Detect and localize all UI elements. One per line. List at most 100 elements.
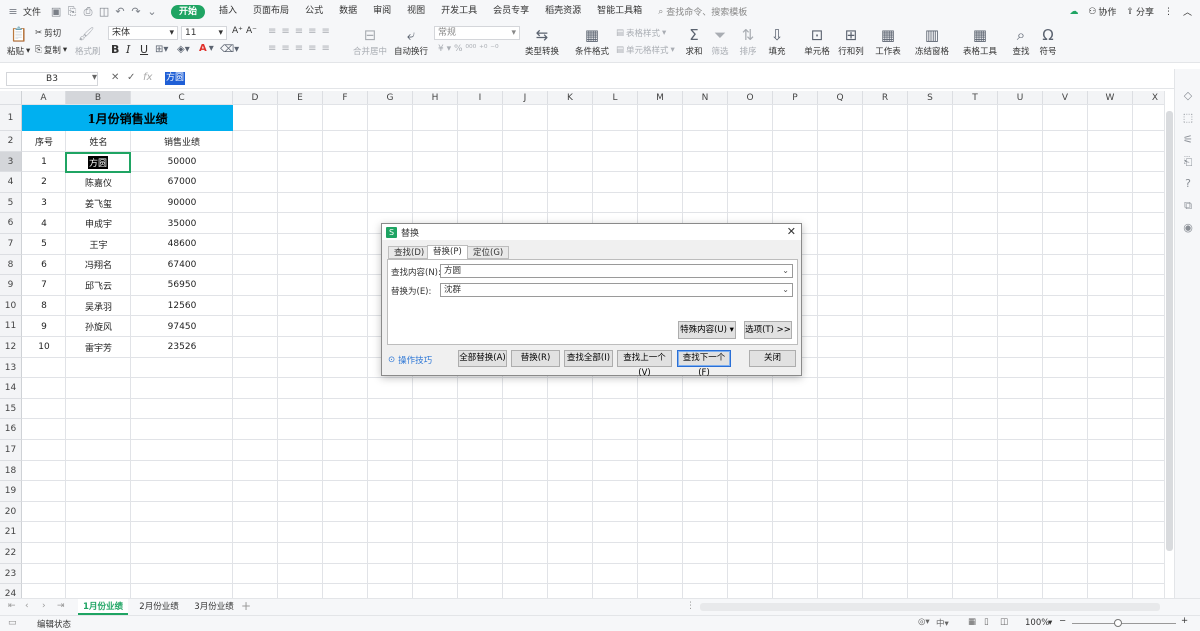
tab-member[interactable]: 会员专享: [485, 0, 537, 23]
table-cell[interactable]: 4: [22, 213, 66, 234]
column-header[interactable]: N: [683, 91, 728, 105]
table-cell[interactable]: 3: [22, 193, 66, 214]
print-icon[interactable]: ⎙: [81, 5, 95, 19]
table-cell[interactable]: 6: [22, 255, 66, 276]
symbol-button[interactable]: Ω 符号: [1026, 25, 1070, 57]
column-header[interactable]: R: [863, 91, 908, 105]
row-header[interactable]: 16: [0, 419, 22, 440]
shrink-font-icon[interactable]: A⁻: [246, 26, 257, 36]
tab-smart-tools[interactable]: 智能工具箱: [589, 0, 650, 23]
worksheet-button[interactable]: ▦ 工作表: [866, 25, 910, 57]
column-header[interactable]: A: [22, 91, 66, 105]
close-icon[interactable]: ✕: [787, 225, 796, 238]
zoom-out-icon[interactable]: −: [1059, 616, 1066, 626]
tips-link[interactable]: ⊙ 操作技巧: [388, 354, 432, 366]
zoom-in-icon[interactable]: +: [1181, 616, 1188, 626]
number-format-select[interactable]: 常规 ▾: [434, 26, 520, 40]
bold-button[interactable]: B: [111, 43, 119, 56]
table-cell[interactable]: 7: [22, 275, 66, 296]
cloud-sync-icon[interactable]: ☁: [1069, 7, 1078, 17]
collab-button[interactable]: ⚇ 协作: [1088, 5, 1116, 19]
table-cell[interactable]: 1: [22, 152, 66, 173]
tab-resources[interactable]: 稻壳资源: [537, 0, 589, 23]
find-content-input[interactable]: 方圆 ⌄: [440, 264, 793, 278]
column-header[interactable]: I: [458, 91, 503, 105]
table-cell[interactable]: 9: [22, 316, 66, 337]
tab-page-layout[interactable]: 页面布局: [245, 0, 297, 23]
number-format-icons[interactable]: ¥ ▾ % ⁰⁰⁰ ⁺⁰ ⁻⁰: [438, 44, 499, 54]
tab-view[interactable]: 视图: [399, 0, 433, 23]
select-icon[interactable]: ⬚: [1181, 111, 1195, 125]
save-icon[interactable]: ▣: [49, 5, 63, 19]
column-header[interactable]: K: [548, 91, 593, 105]
row-header[interactable]: 18: [0, 460, 22, 482]
cancel-icon[interactable]: ✕: [111, 72, 119, 83]
command-search[interactable]: ⌕ 查找命令、搜索模板: [658, 5, 747, 19]
help-icon[interactable]: ?: [1181, 177, 1195, 191]
export-icon[interactable]: ⎘: [65, 5, 79, 19]
table-cell[interactable]: 2: [22, 172, 66, 193]
column-header[interactable]: E: [278, 91, 323, 105]
zoom-slider-handle[interactable]: [1114, 619, 1122, 627]
cut-button[interactable]: ✂ 剪切: [35, 27, 61, 39]
page-layout-view-icon[interactable]: ▯: [984, 617, 989, 627]
options-button[interactable]: 选项(T) >>: [744, 321, 792, 339]
column-header[interactable]: Q: [818, 91, 863, 105]
font-color-icon[interactable]: A ▾: [199, 43, 214, 54]
font-size-select[interactable]: 11 ▾: [181, 26, 227, 40]
column-header[interactable]: F: [323, 91, 368, 105]
paste-icon[interactable]: 📋: [10, 27, 27, 43]
table-cell[interactable]: 48600: [131, 234, 233, 255]
table-cell[interactable]: 67400: [131, 255, 233, 276]
print-preview-icon[interactable]: ◫: [97, 5, 111, 19]
copy-button[interactable]: ⎘ 复制 ▾: [35, 44, 67, 56]
row-header[interactable]: 1: [0, 105, 22, 131]
row-header[interactable]: 8: [0, 254, 22, 276]
zoom-value[interactable]: 100%: [1025, 618, 1049, 628]
table-cell[interactable]: 90000: [131, 193, 233, 214]
share-button[interactable]: ⇪ 分享: [1126, 5, 1154, 19]
column-header[interactable]: W: [1088, 91, 1133, 105]
wrap-text-button[interactable]: ⤶ 自动换行: [389, 25, 433, 57]
clear-format-icon[interactable]: ⌫▾: [220, 44, 239, 55]
italic-button[interactable]: I: [126, 43, 130, 56]
select-all-corner[interactable]: [0, 91, 22, 105]
table-cell[interactable]: 吴承羽: [66, 296, 131, 317]
table-cell[interactable]: 王宇: [66, 234, 131, 255]
format-icon[interactable]: ◇: [1181, 89, 1195, 103]
review-icon[interactable]: ⎗: [1181, 155, 1195, 169]
last-sheet-icon[interactable]: ⇥: [57, 601, 65, 611]
row-header[interactable]: 24: [0, 584, 22, 598]
add-sheet-icon[interactable]: +: [241, 599, 251, 613]
format-painter-button[interactable]: 格式刷: [75, 45, 101, 57]
find-next-button[interactable]: 查找下一个(F): [677, 350, 731, 378]
row-header[interactable]: 7: [0, 234, 22, 255]
column-header[interactable]: V: [1043, 91, 1088, 105]
table-cell[interactable]: 申成宇: [66, 213, 131, 234]
row-header[interactable]: 11: [0, 316, 22, 337]
title-cell[interactable]: 1月份销售业绩: [22, 105, 233, 131]
row-header[interactable]: 21: [0, 522, 22, 543]
find-previous-button[interactable]: 查找上一个(V): [617, 350, 672, 378]
tab-formulas[interactable]: 公式: [297, 0, 331, 23]
dialog-titlebar[interactable]: S 替换 ✕: [382, 224, 801, 240]
settings-sliders-icon[interactable]: ⚟: [1181, 133, 1195, 147]
table-cell[interactable]: 50000: [131, 152, 233, 173]
font-name-select[interactable]: 宋体 ▾: [108, 26, 178, 40]
backup-icon[interactable]: ⧉: [1181, 199, 1195, 213]
next-sheet-icon[interactable]: ›: [42, 601, 46, 611]
row-header[interactable]: 15: [0, 398, 22, 420]
table-cell[interactable]: 姜飞玺: [66, 193, 131, 214]
table-style-button[interactable]: ▤ 表格样式 ▾: [616, 27, 666, 39]
tab-developer[interactable]: 开发工具: [433, 0, 485, 23]
column-header[interactable]: D: [233, 91, 278, 105]
normal-view-icon[interactable]: ▦: [968, 617, 976, 627]
table-cell[interactable]: 5: [22, 234, 66, 255]
column-header[interactable]: U: [998, 91, 1043, 105]
table-cell[interactable]: 23526: [131, 337, 233, 358]
table-cell[interactable]: 冯翔名: [66, 255, 131, 276]
align-left-group-icon[interactable]: ≡≡≡≡≡: [268, 43, 335, 54]
chevron-down-icon[interactable]: ▾: [92, 72, 97, 83]
table-cell[interactable]: 陈嘉仪: [66, 172, 131, 193]
more-sheets-icon[interactable]: ⋮: [686, 601, 695, 611]
